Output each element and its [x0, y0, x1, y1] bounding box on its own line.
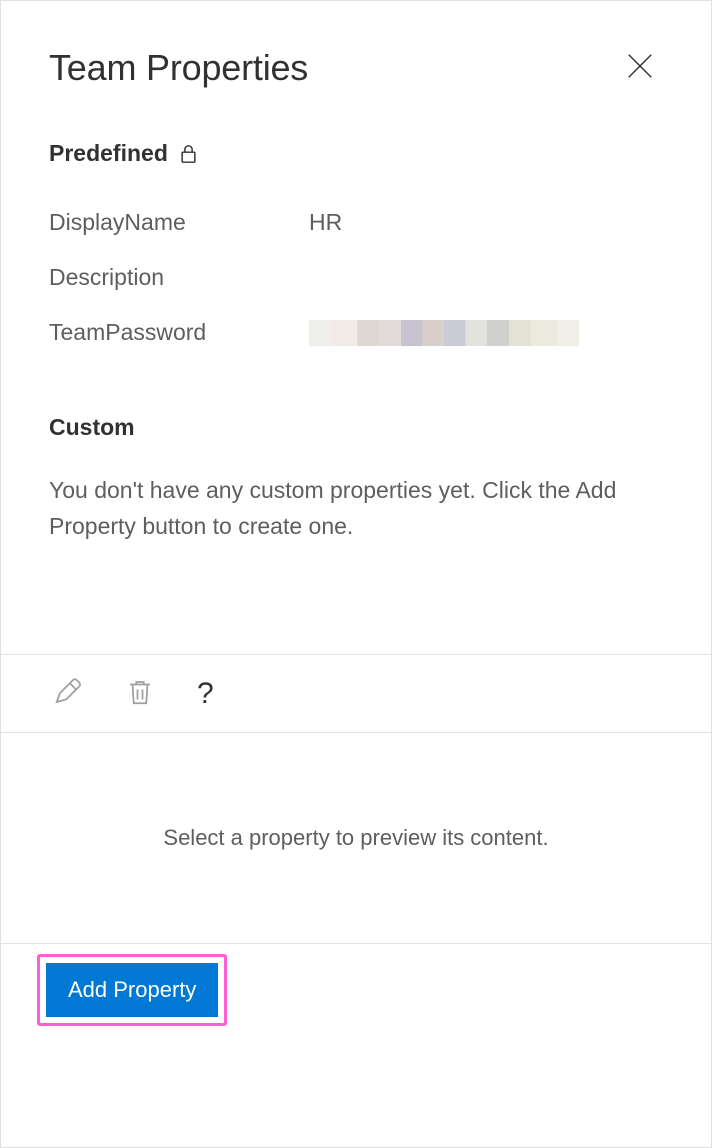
add-property-highlight: Add Property: [37, 954, 227, 1026]
property-value-masked: [309, 320, 663, 346]
pencil-icon: [53, 677, 83, 710]
property-label: DisplayName: [49, 209, 309, 236]
close-button[interactable]: [617, 43, 663, 92]
trash-icon: [125, 677, 155, 710]
help-button[interactable]: ?: [193, 675, 218, 713]
preview-placeholder: Select a property to preview its content…: [1, 733, 711, 943]
custom-empty-text: You don't have any custom properties yet…: [49, 473, 663, 544]
delete-button[interactable]: [121, 673, 159, 714]
property-row-teampassword[interactable]: TeamPassword: [49, 305, 663, 360]
panel-footer: Add Property: [1, 943, 711, 1040]
property-row-displayname[interactable]: DisplayName HR: [49, 195, 663, 250]
predefined-section-title: Predefined: [49, 140, 663, 167]
masked-value: [309, 320, 579, 346]
close-icon: [625, 51, 655, 84]
predefined-label: Predefined: [49, 140, 168, 167]
custom-label: Custom: [49, 414, 135, 441]
property-toolbar: ?: [1, 655, 711, 732]
lock-icon: [180, 144, 197, 164]
property-row-description[interactable]: Description: [49, 250, 663, 305]
edit-button[interactable]: [49, 673, 87, 714]
question-mark-icon: ?: [197, 679, 214, 709]
panel-title: Team Properties: [49, 47, 308, 89]
add-property-button[interactable]: Add Property: [46, 963, 218, 1017]
panel-header: Team Properties: [1, 1, 711, 112]
property-label: Description: [49, 264, 309, 291]
custom-section-title: Custom: [49, 414, 663, 441]
property-label: TeamPassword: [49, 319, 309, 346]
property-value: HR: [309, 209, 663, 236]
